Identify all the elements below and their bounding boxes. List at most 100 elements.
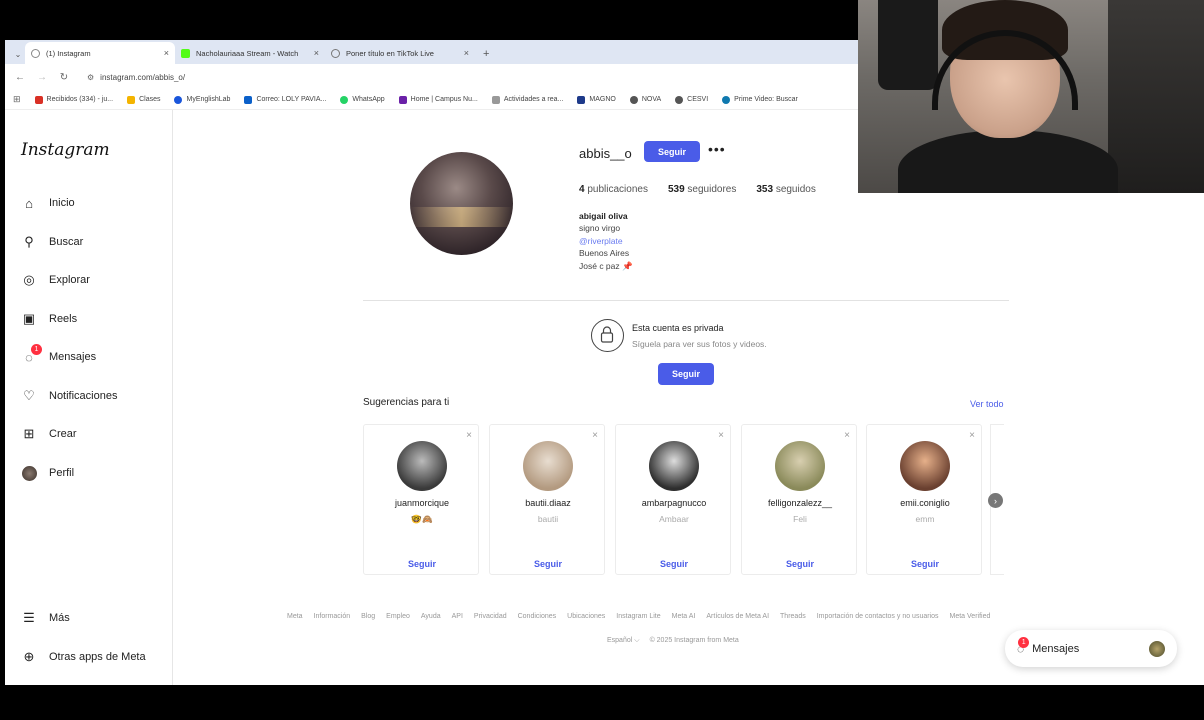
suggestion-avatar[interactable] [649,441,699,491]
suggestion-username[interactable]: juanmorcique [364,498,480,508]
footer-link[interactable]: Empleo [386,613,410,620]
suggestion-subtitle: emm [915,514,935,524]
more-options-icon[interactable]: ••• [708,141,726,157]
suggestion-follow-button[interactable]: Seguir [867,559,983,569]
dismiss-icon[interactable]: × [844,430,850,441]
suggestion-avatar[interactable] [775,441,825,491]
see-all-link[interactable]: Ver todo [970,399,1004,409]
prime-video-icon [722,95,731,104]
suggestions-title: Sugerencias para ti [363,397,450,408]
sidebar-item-label: Explorar [49,274,90,286]
suggestion-follow-button[interactable]: Seguir [742,559,858,569]
bookmark-actividades[interactable]: Actividades a rea... [491,95,563,104]
footer-link[interactable]: Instagram Lite [616,613,660,620]
footer-link[interactable]: Condiciones [518,613,557,620]
reload-icon[interactable]: ↻ [57,72,71,83]
notification-badge: 1 [31,344,42,355]
dismiss-icon[interactable]: × [466,430,472,441]
forward-arrow-icon[interactable]: → [35,72,49,83]
sidebar-item-meta-apps[interactable]: ⊕ Otras apps de Meta [21,649,146,665]
tab-title: Poner título en TikTok Live [346,48,434,58]
footer-link[interactable]: Artículos de Meta AI [706,613,769,620]
follow-button-private[interactable]: Seguir [658,363,714,385]
follow-button[interactable]: Seguir [644,141,700,162]
suggestion-follow-button[interactable]: Seguir [616,559,732,569]
myenglishlab-icon [174,95,183,104]
footer-link[interactable]: Información [314,613,351,620]
sidebar-item-label: Buscar [49,236,84,248]
footer-link[interactable]: Threads [780,613,806,620]
tab-tiktok[interactable]: Poner título en TikTok Live × [325,42,475,64]
tab-title: Nacholauriaaa Stream - Watch [196,48,299,58]
bio-link[interactable]: @riverplate [579,235,633,247]
sidebar-item-label: Inicio [49,197,75,209]
sidebar-item-crear[interactable]: ⊞ Crear [21,426,77,442]
sidebar-item-notificaciones[interactable]: ♡ Notificaciones [21,388,117,404]
gmail-icon [34,95,43,104]
suggestion-avatar[interactable] [900,441,950,491]
language-select[interactable]: Español ⌵ [607,637,640,645]
sidebar-item-inicio[interactable]: ⌂ Inicio [21,195,75,211]
apps-grid-icon[interactable]: ⊞ [13,94,21,105]
sidebar-item-mensajes[interactable]: ◌ 1 Mensajes [21,344,96,365]
bookmark-clases[interactable]: Clases [127,95,160,104]
suggestion-username[interactable]: felligonzalezz__ [742,498,858,508]
close-tab-icon[interactable]: × [464,48,469,58]
chevron-right-icon[interactable]: › [988,493,1003,508]
close-tab-icon[interactable]: × [314,48,319,58]
suggestion-follow-button[interactable]: Seguir [490,559,606,569]
footer-link[interactable]: Ubicaciones [567,613,605,620]
outlook-icon [244,95,253,104]
tab-instagram[interactable]: (1) Instagram × [25,42,175,64]
bookmark-whatsapp[interactable]: WhatsApp [340,95,385,104]
dismiss-icon[interactable]: × [969,430,975,441]
suggestion-username[interactable]: bautii.diaaz [490,498,606,508]
back-arrow-icon[interactable]: ← [13,72,27,83]
sidebar-item-buscar[interactable]: ⚲ Buscar [21,234,83,250]
footer-link[interactable]: Privacidad [474,613,507,620]
divider [363,300,1009,301]
footer-link[interactable]: Meta [287,613,303,620]
footer-link[interactable]: Ayuda [421,613,441,620]
reels-icon: ▣ [22,311,36,326]
footer-link[interactable]: Importación de contactos y no usuarios [817,613,939,620]
suggestion-username[interactable]: emii.coniglio [867,498,983,508]
instagram-logo[interactable]: Instagram [21,140,110,160]
sidebar-item-label: Reels [49,313,78,325]
tab-search-chevron-icon[interactable]: ⌄ [11,44,25,64]
sidebar-item-mas[interactable]: ☰ Más [21,610,70,626]
suggestion-avatar[interactable] [523,441,573,491]
site-settings-icon[interactable]: ⚙ [87,73,94,82]
bookmark-gmail[interactable]: Recibidos (334) - ju... [34,95,113,104]
dismiss-icon[interactable]: × [592,430,598,441]
sidebar-item-reels[interactable]: ▣ Reels [21,311,77,327]
sidebar-item-perfil[interactable]: Perfil [21,465,74,481]
bookmark-prime-video[interactable]: Prime Video: Buscar [722,95,798,104]
bookmark-cesvi[interactable]: CESVI [675,95,708,104]
sidebar-item-explorar[interactable]: ◎ Explorar [21,272,90,288]
bookmark-myenglishlab[interactable]: MyEnglishLab [174,95,230,104]
bookmark-campus[interactable]: Home | Campus Nu... [398,95,478,104]
footer-link[interactable]: Blog [361,613,375,620]
suggestion-follow-button[interactable]: Seguir [364,559,480,569]
bio-line: José c paz 📌 [579,260,633,271]
stat-label: publicaciones [587,184,648,195]
new-tab-plus-icon[interactable]: + [475,44,497,64]
footer-link[interactable]: Meta AI [672,613,696,620]
suggestion-avatar[interactable] [397,441,447,491]
whatsapp-icon [340,95,349,104]
messages-floating-bar[interactable]: ◌ 1 Mensajes [1005,630,1177,667]
tab-kick-stream[interactable]: Nacholauriaaa Stream - Watch × [175,42,325,64]
bookmark-correo[interactable]: Correo: LOLY PAVIA... [244,95,326,104]
stat-label: seguidores [687,184,737,195]
bookmark-magno[interactable]: MAGNO [577,95,616,104]
stat-followers[interactable]: 539 seguidores [668,184,736,195]
footer-link[interactable]: API [452,613,463,620]
dismiss-icon[interactable]: × [718,430,724,441]
footer-link[interactable]: Meta Verified [950,613,991,620]
address-bar[interactable]: ⚙ instagram.com/abbis_o/ [79,67,193,87]
close-tab-icon[interactable]: × [164,48,169,58]
stat-following[interactable]: 353 seguidos [756,184,816,195]
suggestion-username[interactable]: ambarpagnucco [616,498,732,508]
bookmark-nova[interactable]: NOVA [629,95,661,104]
